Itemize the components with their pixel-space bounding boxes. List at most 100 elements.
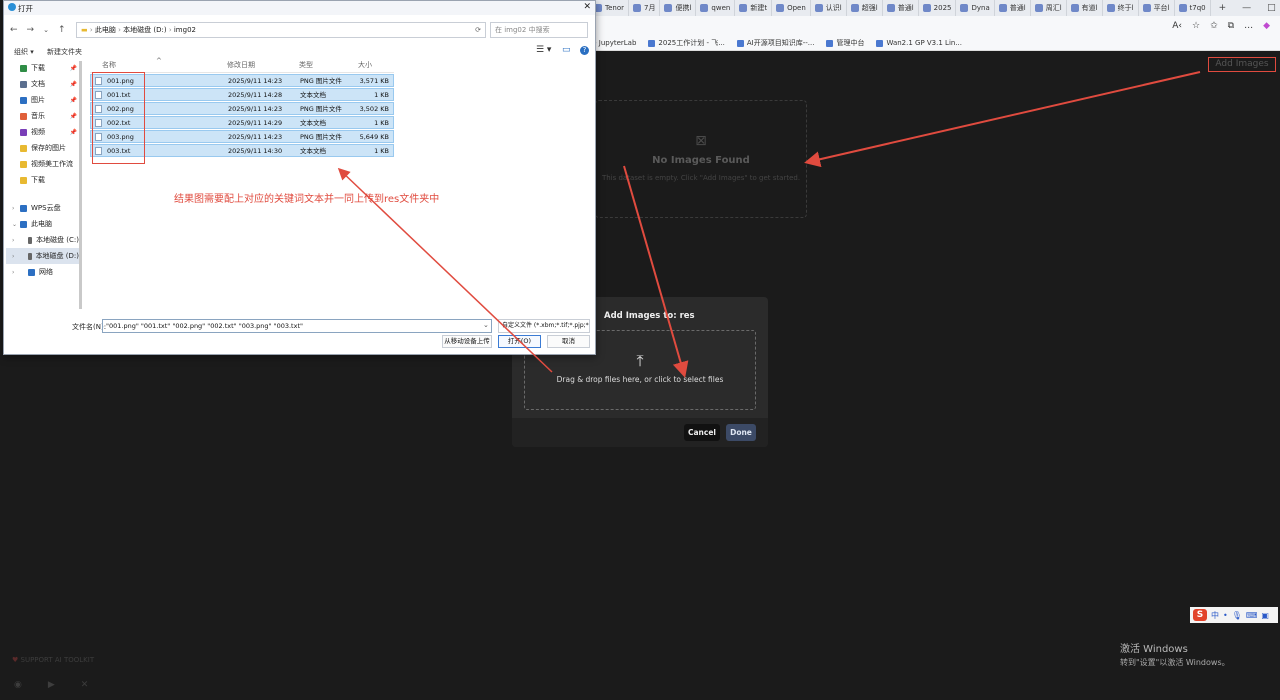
browser-tab[interactable]: 2025 bbox=[919, 0, 957, 16]
tree-item[interactable]: › 本地磁盘 (D:) bbox=[6, 248, 79, 264]
expand-icon[interactable]: › bbox=[12, 205, 14, 212]
maximize-icon[interactable]: □ bbox=[1259, 3, 1280, 13]
quick-access-item[interactable]: 视频 📌 bbox=[6, 124, 79, 140]
search-input[interactable]: 在 img02 中搜索 bbox=[490, 22, 588, 38]
tree-item[interactable]: ⌄ 此电脑 bbox=[6, 216, 79, 232]
navigation-scrollbar[interactable] bbox=[79, 61, 82, 309]
done-button[interactable]: Done bbox=[726, 424, 756, 441]
browser-tab[interactable]: 新建t bbox=[735, 0, 773, 16]
filetype-select[interactable]: 自定义文件 (*.xbm;*.tif;*.pjp;*. bbox=[498, 319, 590, 333]
new-tab-icon[interactable]: + bbox=[1211, 3, 1235, 13]
keyboard-icon[interactable]: ⌨ bbox=[1246, 611, 1258, 620]
bookmark-item[interactable]: Wan2.1 GP V3.1 Lin... bbox=[876, 39, 962, 47]
tab-favicon-icon bbox=[922, 4, 931, 12]
bookmark-item[interactable]: 管理中台 bbox=[826, 38, 864, 48]
cancel-button[interactable]: Cancel bbox=[684, 424, 720, 441]
favorites-icon[interactable]: ✩ bbox=[1210, 21, 1218, 31]
browser-tab[interactable]: 便携l bbox=[660, 0, 697, 16]
pin-icon[interactable]: 📌 bbox=[70, 97, 77, 104]
upload-from-mobile-button[interactable]: 从移动设备上传 bbox=[442, 335, 492, 348]
organize-menu[interactable]: 组织 ▾ bbox=[14, 47, 34, 57]
browser-tab[interactable]: t7q0 bbox=[1175, 0, 1211, 16]
favorite-star-icon[interactable]: ☆ bbox=[1192, 21, 1200, 31]
more-menu-icon[interactable]: … bbox=[1244, 21, 1253, 31]
tree-label: WPS云盘 bbox=[31, 204, 61, 212]
pin-icon[interactable]: 📌 bbox=[70, 81, 77, 88]
quick-access-item[interactable]: 下载 📌 bbox=[6, 60, 79, 76]
expand-icon[interactable]: › bbox=[12, 237, 14, 244]
browser-tab[interactable]: Open bbox=[772, 0, 811, 16]
help-icon[interactable]: ? bbox=[580, 46, 589, 55]
copilot-icon[interactable]: ◆ bbox=[1263, 21, 1270, 31]
folder-icon bbox=[20, 112, 27, 120]
bookmark-item[interactable]: AI开源项目知识库--... bbox=[736, 38, 814, 48]
new-folder-button[interactable]: 新建文件夹 bbox=[47, 47, 82, 57]
filename-dropdown-icon[interactable]: ⌄ bbox=[483, 321, 489, 329]
quick-access-item[interactable]: 音乐 📌 bbox=[6, 108, 79, 124]
refresh-icon[interactable]: ⟳ bbox=[475, 23, 481, 37]
column-header[interactable]: 类型 bbox=[299, 59, 313, 72]
quick-access-item[interactable]: 视频美工作流 bbox=[6, 156, 79, 172]
bookmark-icon bbox=[876, 39, 884, 47]
bookmark-item[interactable]: - JupyterLab bbox=[594, 39, 636, 47]
open-button[interactable]: 打开(O) bbox=[498, 335, 541, 348]
pin-icon[interactable]: 📌 bbox=[70, 129, 77, 136]
browser-tab[interactable]: 平台l bbox=[1139, 0, 1175, 16]
x-icon[interactable]: ✕ bbox=[81, 680, 89, 690]
filename-input[interactable]: "001.png" "001.txt" "002.png" "002.txt" … bbox=[102, 319, 492, 333]
address-path[interactable]: ▬ › 此电脑 › 本地磁盘 (D:) › img02 ⟳ bbox=[76, 22, 486, 38]
chevron-down-icon[interactable]: ⌄ bbox=[43, 26, 49, 34]
column-header[interactable]: 修改日期 bbox=[227, 59, 255, 72]
browser-tab[interactable]: 有道l bbox=[1067, 0, 1103, 16]
read-aloud-icon[interactable]: A‹ bbox=[1172, 21, 1182, 31]
collections-icon[interactable]: ⧉ bbox=[1228, 21, 1234, 31]
browser-tab[interactable]: 终于l bbox=[1103, 0, 1139, 16]
punctuation-icon[interactable]: • bbox=[1223, 611, 1228, 620]
browser-tab[interactable]: 超强l bbox=[847, 0, 883, 16]
skin-icon[interactable]: ▣ bbox=[1261, 611, 1269, 620]
tab-favicon-icon bbox=[1178, 4, 1187, 12]
view-options-icon[interactable]: ☰ ▾ bbox=[536, 45, 551, 55]
browser-tab[interactable]: Dyna bbox=[956, 0, 995, 16]
tree-item[interactable]: › 网络 bbox=[6, 264, 79, 280]
ime-toolbar[interactable]: S 中 • 🎙 ⌨ ▣ bbox=[1190, 607, 1278, 623]
ime-mode-label[interactable]: 中 bbox=[1211, 610, 1219, 621]
pin-icon[interactable]: 📌 bbox=[70, 113, 77, 120]
browser-tab[interactable]: 7月 bbox=[629, 0, 661, 16]
browser-tab[interactable]: qwen bbox=[696, 0, 736, 16]
pin-icon[interactable]: 📌 bbox=[70, 65, 77, 72]
up-icon[interactable]: ↑ bbox=[58, 25, 66, 35]
breadcrumb-this-pc[interactable]: 此电脑 bbox=[95, 26, 116, 34]
expand-icon[interactable]: ⌄ bbox=[12, 221, 17, 228]
breadcrumb-drive-d[interactable]: 本地磁盘 (D:) bbox=[123, 26, 166, 34]
tree-item[interactable]: › 本地磁盘 (C:) bbox=[6, 232, 79, 248]
browser-tab[interactable]: 认识l bbox=[811, 0, 847, 16]
tree-item[interactable]: › WPS云盘 bbox=[6, 200, 79, 216]
quick-access-item[interactable]: 文档 📌 bbox=[6, 76, 79, 92]
expand-icon[interactable]: › bbox=[12, 269, 14, 276]
column-header[interactable]: 大小 bbox=[358, 59, 372, 72]
forward-icon[interactable]: → bbox=[27, 25, 35, 35]
close-icon[interactable]: ✕ bbox=[583, 2, 591, 12]
mic-icon[interactable]: 🎙 bbox=[1232, 611, 1242, 620]
discord-icon[interactable]: ◉ bbox=[14, 680, 22, 690]
expand-icon[interactable]: › bbox=[12, 253, 14, 260]
browser-tab[interactable]: 普通l bbox=[995, 0, 1031, 16]
preview-pane-icon[interactable]: ▭ bbox=[562, 45, 571, 55]
bookmark-item[interactable]: 2025工作计划 - 飞... bbox=[648, 38, 725, 48]
back-icon[interactable]: ← bbox=[10, 25, 18, 35]
browser-tab[interactable]: 普通l bbox=[883, 0, 919, 16]
quick-access-item[interactable]: 保存的图片 bbox=[6, 140, 79, 156]
support-link[interactable]: ♥ SUPPORT AI TOOLKIT bbox=[12, 656, 94, 664]
add-images-button[interactable]: Add Images bbox=[1208, 57, 1276, 72]
browser-tab[interactable]: 周汇l bbox=[1031, 0, 1067, 16]
folder-icon bbox=[20, 144, 27, 152]
minimize-icon[interactable]: — bbox=[1234, 3, 1259, 13]
youtube-icon[interactable]: ▶ bbox=[48, 680, 55, 690]
quick-access-item[interactable]: 下载 bbox=[6, 172, 79, 188]
column-header[interactable]: 名称 bbox=[102, 59, 116, 72]
dialog-cancel-button[interactable]: 取消 bbox=[547, 335, 590, 348]
breadcrumb-img02[interactable]: img02 bbox=[174, 26, 196, 34]
tab-favicon-icon bbox=[1142, 4, 1151, 12]
quick-access-item[interactable]: 图片 📌 bbox=[6, 92, 79, 108]
